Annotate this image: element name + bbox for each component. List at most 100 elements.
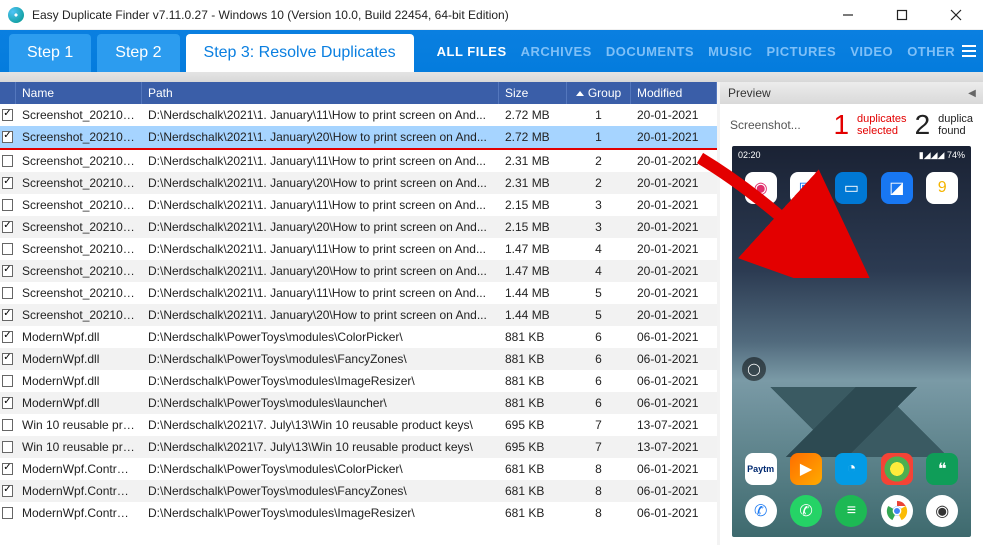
wallpaper-mountains <box>732 387 971 457</box>
duplicates-found-count: 2 <box>915 109 931 141</box>
tab-step-1[interactable]: Step 1 <box>9 34 91 72</box>
cell-path: D:\Nerdschalk\2021\1. January\11\How to … <box>142 154 499 168</box>
table-row[interactable]: Screenshot_202101...D:\Nerdschalk\2021\1… <box>0 194 717 216</box>
table-row[interactable]: Screenshot_202101...D:\Nerdschalk\2021\1… <box>0 216 717 238</box>
cell-group: 4 <box>567 264 631 278</box>
filter-pictures[interactable]: Pictures <box>766 44 836 59</box>
window-title: Easy Duplicate Finder v7.11.0.27 - Windo… <box>32 8 509 22</box>
app-icon-b4 <box>881 453 913 485</box>
row-checkbox[interactable] <box>2 155 13 167</box>
table-row[interactable]: ModernWpf.dllD:\Nerdschalk\PowerToys\mod… <box>0 348 717 370</box>
scroll-left-icon[interactable]: ◀ <box>965 86 979 100</box>
col-name[interactable]: Name <box>16 82 142 104</box>
col-modified[interactable]: Modified <box>631 82 717 104</box>
row-checkbox[interactable] <box>2 199 13 211</box>
phone-app-row-1: ◉ ▣ ▭ ◪ 9 <box>732 172 971 204</box>
row-checkbox[interactable] <box>2 331 13 343</box>
row-checkbox[interactable] <box>2 353 13 365</box>
table-row[interactable]: Screenshot_202101...D:\Nerdschalk\2021\1… <box>0 238 717 260</box>
cell-modified: 20-01-2021 <box>631 130 717 144</box>
cell-path: D:\Nerdschalk\2021\1. January\20\How to … <box>142 308 499 322</box>
col-checkbox[interactable] <box>0 82 16 104</box>
cell-modified: 06-01-2021 <box>631 506 717 520</box>
cell-size: 881 KB <box>499 330 567 344</box>
cell-path: D:\Nerdschalk\2021\1. January\20\How to … <box>142 220 499 234</box>
minimize-button[interactable] <box>833 3 863 27</box>
app-icon <box>8 7 24 23</box>
tab-step-2[interactable]: Step 2 <box>97 34 179 72</box>
table-row[interactable]: ModernWpf.Controls...D:\Nerdschalk\Power… <box>0 502 717 524</box>
cell-size: 1.44 MB <box>499 308 567 322</box>
row-checkbox[interactable] <box>2 221 13 233</box>
cell-group: 1 <box>567 108 631 122</box>
close-button[interactable] <box>941 3 971 27</box>
cell-path: D:\Nerdschalk\PowerToys\modules\ColorPic… <box>142 330 499 344</box>
cell-group: 3 <box>567 198 631 212</box>
table-row[interactable]: Win 10 reusable pro...D:\Nerdschalk\2021… <box>0 436 717 458</box>
cell-modified: 06-01-2021 <box>631 352 717 366</box>
table-row[interactable]: ModernWpf.dllD:\Nerdschalk\PowerToys\mod… <box>0 370 717 392</box>
cell-modified: 20-01-2021 <box>631 154 717 168</box>
cell-size: 2.15 MB <box>499 220 567 234</box>
cell-path: D:\Nerdschalk\PowerToys\modules\ImageRes… <box>142 506 499 520</box>
filter-music[interactable]: Music <box>708 44 752 59</box>
cell-path: D:\Nerdschalk\PowerToys\modules\ColorPic… <box>142 462 499 476</box>
phone-dock: ✆ ✆ ≡ ◉ <box>738 491 965 531</box>
menu-icon[interactable] <box>955 30 983 72</box>
table-row[interactable]: Screenshot_202101...D:\Nerdschalk\2021\1… <box>0 172 717 194</box>
cell-modified: 20-01-2021 <box>631 220 717 234</box>
cell-modified: 20-01-2021 <box>631 108 717 122</box>
preview-title: Preview <box>728 86 771 100</box>
table-row[interactable]: Screenshot_202101...D:\Nerdschalk\2021\1… <box>0 150 717 172</box>
whatsapp-icon: ✆ <box>790 495 822 527</box>
cell-group: 5 <box>567 286 631 300</box>
row-checkbox[interactable] <box>2 441 13 453</box>
filter-all[interactable]: All Files <box>437 44 507 59</box>
table-row[interactable]: Screenshot_202101...D:\Nerdschalk\2021\1… <box>0 282 717 304</box>
titlebar: Easy Duplicate Finder v7.11.0.27 - Windo… <box>0 0 983 30</box>
row-checkbox[interactable] <box>2 397 13 409</box>
cell-group: 1 <box>567 130 631 144</box>
filter-archives[interactable]: Archives <box>521 44 592 59</box>
row-checkbox[interactable] <box>2 485 13 497</box>
row-checkbox[interactable] <box>2 419 13 431</box>
filter-video[interactable]: Video <box>850 44 893 59</box>
cell-path: D:\Nerdschalk\2021\1. January\20\How to … <box>142 264 499 278</box>
col-size[interactable]: Size <box>499 82 567 104</box>
row-checkbox[interactable] <box>2 265 13 277</box>
table-row[interactable]: Screenshot_202101...D:\Nerdschalk\2021\1… <box>0 126 717 148</box>
tab-step-3[interactable]: Step 3: Resolve Duplicates <box>186 34 414 72</box>
col-path[interactable]: Path <box>142 82 499 104</box>
table-row[interactable]: Screenshot_202101...D:\Nerdschalk\2021\1… <box>0 260 717 282</box>
table-row[interactable]: Win 10 reusable pro...D:\Nerdschalk\2021… <box>0 414 717 436</box>
cell-size: 881 KB <box>499 352 567 366</box>
cell-group: 7 <box>567 440 631 454</box>
maximize-button[interactable] <box>887 3 917 27</box>
cell-name: Screenshot_202101... <box>16 154 142 168</box>
table-row[interactable]: ModernWpf.Controls...D:\Nerdschalk\Power… <box>0 458 717 480</box>
row-checkbox[interactable] <box>2 375 13 387</box>
cell-name: ModernWpf.dll <box>16 330 142 344</box>
preview-header: Preview ◀ <box>720 82 983 104</box>
row-checkbox[interactable] <box>2 243 13 255</box>
table-row[interactable]: Screenshot_202101...D:\Nerdschalk\2021\1… <box>0 104 717 126</box>
col-group[interactable]: Group <box>567 82 631 104</box>
cell-path: D:\Nerdschalk\2021\1. January\20\How to … <box>142 176 499 190</box>
cell-path: D:\Nerdschalk\PowerToys\modules\launcher… <box>142 396 499 410</box>
table-row[interactable]: ModernWpf.dllD:\Nerdschalk\PowerToys\mod… <box>0 392 717 414</box>
row-checkbox[interactable] <box>2 177 13 189</box>
table-row[interactable]: Screenshot_202101...D:\Nerdschalk\2021\1… <box>0 304 717 326</box>
filter-other[interactable]: Other <box>907 44 955 59</box>
table-row[interactable]: ModernWpf.dllD:\Nerdschalk\PowerToys\mod… <box>0 326 717 348</box>
cell-name: ModernWpf.Controls... <box>16 506 142 520</box>
row-checkbox[interactable] <box>2 463 13 475</box>
row-checkbox[interactable] <box>2 131 13 143</box>
cell-size: 695 KB <box>499 418 567 432</box>
cell-size: 681 KB <box>499 484 567 498</box>
row-checkbox[interactable] <box>2 109 13 121</box>
filter-documents[interactable]: Documents <box>606 44 694 59</box>
table-row[interactable]: ModernWpf.Controls...D:\Nerdschalk\Power… <box>0 480 717 502</box>
row-checkbox[interactable] <box>2 507 13 519</box>
row-checkbox[interactable] <box>2 309 13 321</box>
row-checkbox[interactable] <box>2 287 13 299</box>
